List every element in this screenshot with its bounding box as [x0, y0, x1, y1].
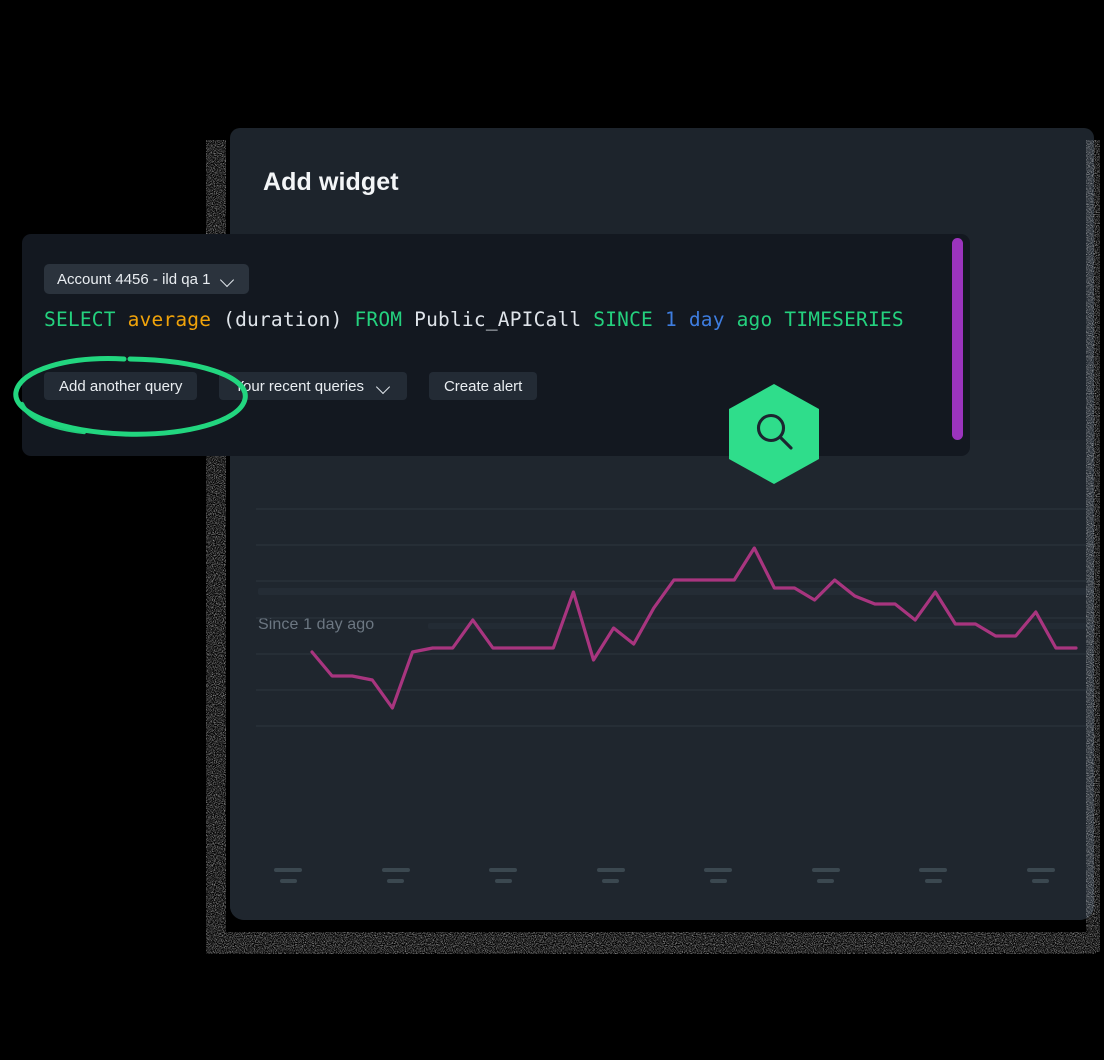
x-tick-date-skeleton [704, 868, 732, 872]
add-another-query-button[interactable]: Add another query [44, 372, 198, 400]
query-editor-panel: Account 4456 - ild qa 1 SELECT average (… [22, 234, 970, 456]
x-tick-time-skeleton [494, 879, 512, 883]
nrql-token-keyword: SELECT [44, 308, 116, 331]
x-tick-time-skeleton [1032, 879, 1049, 883]
nrql-token-plain: Public_APICall [402, 308, 594, 331]
x-tick-label-skeleton [806, 868, 846, 883]
nrql-token-keyword: TIMESERIES [784, 308, 904, 331]
nrql-query-input[interactable]: SELECT average (duration) FROM Public_AP… [44, 308, 904, 331]
nrql-token-plain [653, 308, 665, 331]
x-tick-time-skeleton [924, 879, 942, 883]
your-recent-queries-label: Your recent queries [234, 377, 364, 395]
x-tick-label-skeleton [483, 868, 523, 883]
x-tick-time-skeleton [709, 879, 727, 883]
x-tick-time-skeleton [387, 879, 404, 883]
x-tick-date-skeleton [596, 868, 625, 872]
create-alert-button[interactable]: Create alert [428, 372, 538, 400]
nrql-token-keyword: FROM [354, 308, 403, 331]
x-tick-date-skeleton [274, 868, 302, 872]
dialog-header: Add widget [230, 128, 1094, 238]
x-tick-time-skeleton [279, 879, 297, 883]
nrql-token-keyword: SINCE [593, 308, 653, 331]
x-tick-label-skeleton [268, 868, 308, 883]
x-tick-date-skeleton [919, 868, 947, 872]
account-selector-label: Account 4456 - ild qa 1 [57, 270, 211, 288]
x-tick-label-skeleton [376, 868, 416, 883]
chevron-down-icon [221, 275, 236, 284]
nrql-token-number: 1 day [664, 308, 725, 331]
nrql-token-plain [725, 308, 737, 331]
x-tick-date-skeleton [489, 868, 517, 872]
your-recent-queries-button[interactable]: Your recent queries [219, 372, 407, 400]
chevron-down-icon [377, 382, 392, 391]
chart-panel: Since 1 day ago [230, 440, 1094, 920]
series-line-avg-duration [310, 546, 1078, 710]
screenshot-stage: Add widget Since 1 day ago Account 4456 … [0, 0, 1104, 1060]
x-tick-time-skeleton [817, 879, 834, 883]
x-tick-label-skeleton [913, 868, 953, 883]
query-actions-toolbar: Add another query Your recent queries Cr… [44, 372, 538, 400]
search-icon[interactable] [729, 384, 819, 484]
nrql-token-keyword: ago [736, 308, 773, 331]
x-tick-date-skeleton [811, 868, 840, 872]
vertical-scroll-indicator[interactable] [952, 238, 963, 440]
x-tick-time-skeleton [602, 879, 619, 883]
x-tick-date-skeleton [1026, 868, 1055, 872]
nrql-token-function: average [127, 308, 212, 331]
line-chart-plot [256, 508, 1094, 727]
nrql-token-plain [116, 308, 128, 331]
account-selector[interactable]: Account 4456 - ild qa 1 [44, 264, 250, 294]
page-title: Add widget [263, 168, 399, 196]
chart-area: Since 1 day ago [256, 440, 1094, 920]
x-tick-label-skeleton [1021, 868, 1061, 883]
x-tick-date-skeleton [381, 868, 410, 872]
nrql-token-plain: (duration) [211, 308, 355, 331]
x-tick-label-skeleton [698, 868, 738, 883]
x-tick-label-skeleton [591, 868, 631, 883]
nrql-token-plain [772, 308, 784, 331]
